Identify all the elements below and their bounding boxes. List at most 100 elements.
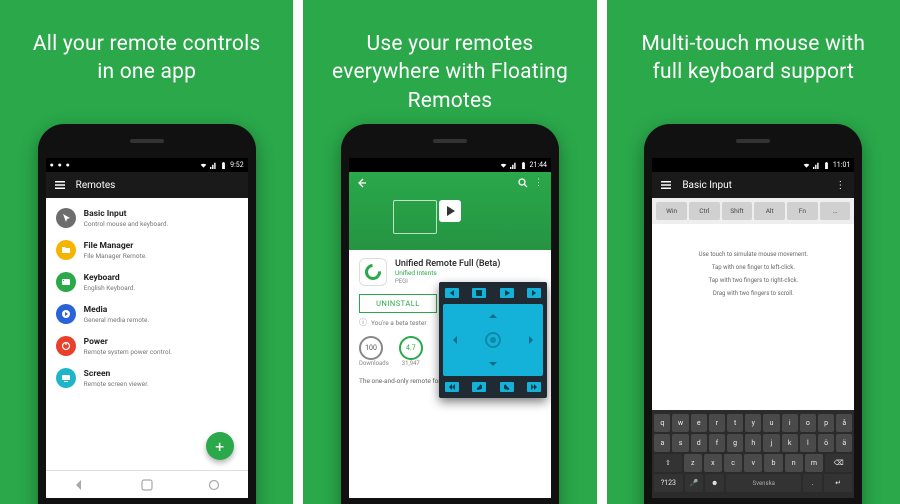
dpad-left-icon[interactable]	[449, 336, 457, 344]
remote-row-media[interactable]: MediaGeneral media remote.	[46, 298, 248, 330]
store-hero: ⋮	[349, 172, 551, 250]
key-i[interactable]: i	[782, 414, 798, 432]
key-y[interactable]: y	[745, 414, 761, 432]
key-ä[interactable]: ä	[836, 434, 852, 452]
key-space[interactable]: Svenska	[726, 474, 801, 492]
status-time: 9:52	[230, 161, 244, 169]
video-thumb	[393, 200, 437, 234]
key-u[interactable]: u	[763, 414, 779, 432]
fl-play-icon[interactable]	[500, 288, 514, 298]
key-å[interactable]: å	[836, 414, 852, 432]
key-m[interactable]: m	[805, 454, 823, 472]
key-x[interactable]: x	[704, 454, 722, 472]
remote-row-basic-input[interactable]: Basic InputControl mouse and keyboard.	[46, 202, 248, 234]
key-a[interactable]: a	[654, 434, 670, 452]
key-.[interactable]: .	[803, 474, 822, 492]
app-title: Unified Remote Full (Beta)	[395, 259, 500, 269]
mod-key-fn[interactable]: Fn	[787, 202, 818, 220]
touchpad-area[interactable]: Use touch to simulate mouse movement.Tap…	[652, 224, 854, 324]
app-logo	[359, 258, 387, 286]
add-remote-fab[interactable]: +	[206, 432, 234, 460]
row-subtitle: Remote screen viewer.	[84, 380, 149, 388]
key-ö[interactable]: ö	[818, 434, 834, 452]
nav-recent-icon[interactable]	[207, 478, 221, 492]
key-r[interactable]: r	[709, 414, 725, 432]
panel-1-title: All your remote controlsin one app	[0, 0, 293, 105]
play-video-icon[interactable]	[439, 200, 461, 222]
nav-back-icon[interactable]	[72, 478, 86, 492]
search-icon[interactable]	[518, 178, 528, 188]
key-d[interactable]: d	[691, 434, 707, 452]
nav-home-icon[interactable]	[140, 478, 154, 492]
key-j[interactable]: j	[763, 434, 779, 452]
key-w[interactable]: w	[672, 414, 688, 432]
key-☻[interactable]: ☻	[705, 474, 724, 492]
more-icon[interactable]: ⋮	[834, 179, 846, 191]
key-o[interactable]: o	[800, 414, 816, 432]
cursor-icon	[56, 208, 76, 228]
key-q[interactable]: q	[654, 414, 670, 432]
row-title: Media	[84, 305, 150, 315]
key-z[interactable]: z	[684, 454, 702, 472]
key-e[interactable]: e	[691, 414, 707, 432]
mod-key-…[interactable]: …	[820, 202, 851, 220]
dpad[interactable]	[443, 304, 543, 376]
key-v[interactable]: v	[744, 454, 762, 472]
key-↵[interactable]: ↵	[824, 474, 852, 492]
fl-skip-fwd-icon[interactable]	[527, 382, 541, 392]
mod-key-ctrl[interactable]: Ctrl	[689, 202, 720, 220]
mod-key-alt[interactable]: Alt	[754, 202, 785, 220]
more-icon[interactable]: ⋮	[534, 178, 543, 188]
key-⇧[interactable]: ⇧	[654, 454, 681, 472]
fl-skip-back-icon[interactable]	[445, 382, 459, 392]
key-f[interactable]: f	[709, 434, 725, 452]
row-subtitle: Remote system power control.	[84, 348, 172, 356]
floating-remote[interactable]	[439, 282, 547, 398]
fl-prev-icon[interactable]	[445, 288, 459, 298]
key-g[interactable]: g	[727, 434, 743, 452]
dpad-right-icon[interactable]	[529, 336, 537, 344]
app-bar: Basic Input ⋮	[652, 172, 854, 198]
row-title: Screen	[84, 369, 149, 379]
key-?123[interactable]: ?123	[654, 474, 682, 492]
mod-key-shift[interactable]: Shift	[722, 202, 753, 220]
dpad-ok-icon[interactable]	[487, 334, 499, 346]
remote-row-power[interactable]: PowerRemote system power control.	[46, 330, 248, 362]
fl-stop-icon[interactable]	[472, 288, 486, 298]
key-l[interactable]: l	[800, 434, 816, 452]
remote-row-file-manager[interactable]: File ManagerFile Manager Remote.	[46, 234, 248, 266]
mod-key-win[interactable]: Win	[656, 202, 687, 220]
app-developer[interactable]: Unified Intents	[395, 269, 500, 277]
remote-row-screen[interactable]: ScreenRemote screen viewer.	[46, 362, 248, 394]
dpad-down-icon[interactable]	[489, 362, 497, 370]
hamburger-icon[interactable]	[660, 179, 672, 191]
key-🎤[interactable]: 🎤	[685, 474, 704, 492]
key-t[interactable]: t	[727, 414, 743, 432]
signal-icon	[510, 162, 517, 169]
fl-next-icon[interactable]	[527, 288, 541, 298]
key-h[interactable]: h	[745, 434, 761, 452]
key-b[interactable]: b	[764, 454, 782, 472]
touch-hint: Use touch to simulate mouse movement.	[699, 251, 808, 258]
uninstall-button[interactable]: UNINSTALL	[359, 294, 437, 313]
dpad-up-icon[interactable]	[489, 310, 497, 318]
promo-panel-2: Use your remotes everywhere with Floatin…	[303, 0, 596, 504]
back-arrow-icon[interactable]	[357, 178, 367, 188]
touch-hint: Drag with two fingers to scroll.	[713, 290, 794, 297]
row-title: Basic Input	[84, 209, 169, 219]
key-p[interactable]: p	[818, 414, 834, 432]
remote-row-keyboard[interactable]: KeyboardEnglish Keyboard.	[46, 266, 248, 298]
signal-icon	[210, 162, 217, 169]
key-c[interactable]: c	[724, 454, 742, 472]
key-k[interactable]: k	[782, 434, 798, 452]
battery-icon	[823, 162, 830, 169]
fl-redo-icon[interactable]	[500, 382, 514, 392]
row-title: Power	[84, 337, 172, 347]
key-⌫[interactable]: ⌫	[825, 454, 852, 472]
fl-undo-icon[interactable]	[472, 382, 486, 392]
key-s[interactable]: s	[672, 434, 688, 452]
key-n[interactable]: n	[785, 454, 803, 472]
hamburger-icon[interactable]	[54, 179, 66, 191]
row-title: File Manager	[84, 241, 147, 251]
android-nav-bar	[46, 470, 248, 498]
